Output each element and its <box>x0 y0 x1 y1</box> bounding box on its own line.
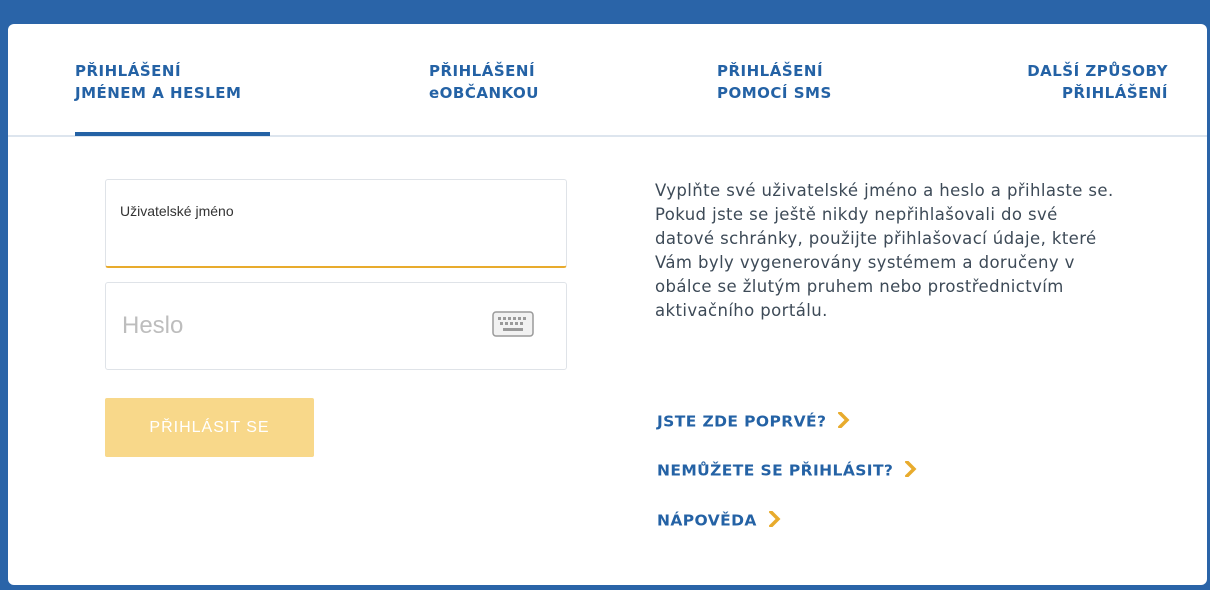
chevron-right-icon <box>768 509 781 531</box>
link-label: JSTE ZDE POPRVÉ? <box>657 412 827 431</box>
tab-label-line1: PŘIHLÁŠENÍ <box>717 62 824 80</box>
password-input[interactable] <box>120 305 484 347</box>
cannot-login-link[interactable]: NEMŮŽETE SE PŘIHLÁSIT? <box>657 459 917 481</box>
login-method-tabs: PŘIHLÁŠENÍ JMÉNEM A HESLEM PŘIHLÁŠENÍ eO… <box>8 24 1207 137</box>
login-instructions: Vyplňte své uživatelské jméno a heslo a … <box>655 181 1114 320</box>
username-label: Uživatelské jméno <box>120 203 234 219</box>
tab-label-line1: DALŠÍ ZPŮSOBY <box>1027 62 1168 80</box>
chevron-right-icon <box>904 459 917 481</box>
help-link[interactable]: NÁPOVĚDA <box>657 509 781 531</box>
login-submit-button[interactable]: PŘIHLÁSIT SE <box>105 398 314 457</box>
tab-eobcanka[interactable]: PŘIHLÁŠENÍ eOBČANKOU <box>429 60 539 104</box>
tab-label-line1: PŘIHLÁŠENÍ <box>75 62 182 80</box>
link-label: NÁPOVĚDA <box>657 511 757 530</box>
tab-other-methods[interactable]: DALŠÍ ZPŮSOBY PŘIHLÁŠENÍ <box>1027 60 1168 104</box>
tab-name-password[interactable]: PŘIHLÁŠENÍ JMÉNEM A HESLEM <box>75 60 271 136</box>
chevron-right-icon <box>837 410 850 432</box>
tab-label-line2: POMOCÍ SMS <box>717 84 832 102</box>
username-input[interactable] <box>120 225 554 257</box>
tab-label-line2: JMÉNEM A HESLEM <box>75 84 242 102</box>
first-time-link[interactable]: JSTE ZDE POPRVÉ? <box>657 410 850 432</box>
password-field[interactable] <box>105 282 567 370</box>
tab-label-line2: eOBČANKOU <box>429 84 539 102</box>
keyboard-icon[interactable] <box>492 311 534 337</box>
username-field[interactable]: Uživatelské jméno <box>105 179 567 268</box>
login-card: PŘIHLÁŠENÍ JMÉNEM A HESLEM PŘIHLÁŠENÍ eO… <box>8 24 1207 585</box>
link-label: NEMŮŽETE SE PŘIHLÁSIT? <box>657 461 894 480</box>
tab-label-line1: PŘIHLÁŠENÍ <box>429 62 536 80</box>
tab-label-line2: PŘIHLÁŠENÍ <box>1061 84 1168 102</box>
tab-sms[interactable]: PŘIHLÁŠENÍ POMOCÍ SMS <box>717 60 832 104</box>
